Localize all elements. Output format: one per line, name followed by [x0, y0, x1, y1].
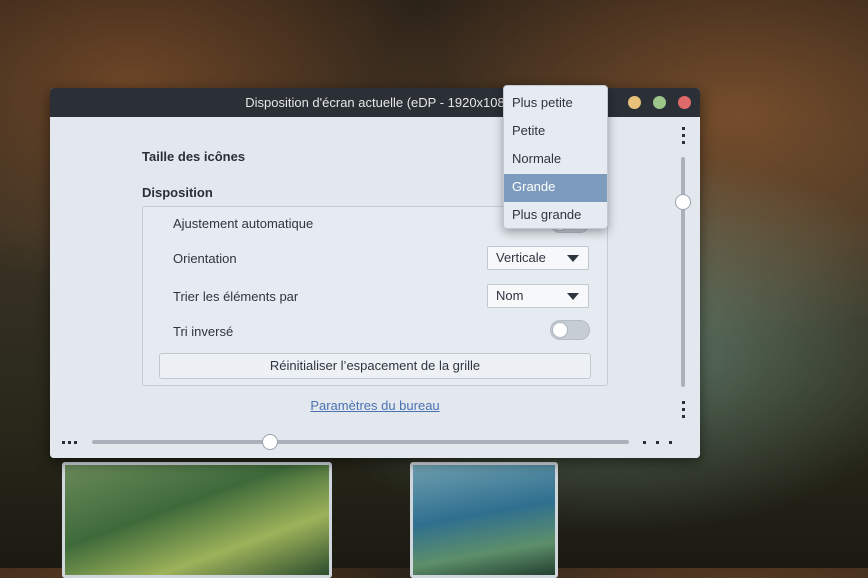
window-title: Disposition d'écran actuelle (eDP - 1920… [245, 95, 505, 110]
vertical-dots-icon [682, 401, 686, 422]
minimize-button[interactable] [628, 96, 641, 109]
vertical-slider-handle[interactable] [675, 194, 691, 210]
orientation-value: Verticale [496, 250, 546, 265]
orientation-dropdown[interactable]: Verticale [487, 246, 589, 270]
toggle-knob [552, 322, 568, 338]
sort-by-dropdown[interactable]: Nom [487, 284, 589, 308]
desktop-settings-link[interactable]: Paramètres du bureau [50, 398, 700, 413]
orientation-label: Orientation [173, 251, 237, 266]
spaced-dots-icon [643, 441, 682, 444]
reset-grid-spacing-button[interactable]: Réinitialiser l’espacement de la grille [159, 353, 591, 379]
menu-item-plus-petite[interactable]: Plus petite [504, 90, 607, 118]
auto-adjust-label: Ajustement automatique [173, 216, 314, 231]
wallpaper-monitor-right [410, 462, 558, 578]
icon-size-dropdown-menu: Plus petite Petite Normale Grande Plus g… [503, 85, 608, 229]
icon-size-label: Taille des icônes [142, 149, 246, 164]
menu-item-normale[interactable]: Normale [504, 146, 607, 174]
close-button[interactable] [678, 96, 691, 109]
wallpaper-monitor-left [62, 462, 332, 578]
layout-label: Disposition [142, 185, 213, 200]
reverse-sort-label: Tri inversé [173, 324, 234, 339]
layout-group: Ajustement automatique Orientation Verti… [142, 206, 608, 386]
maximize-button[interactable] [653, 96, 666, 109]
menu-item-petite[interactable]: Petite [504, 118, 607, 146]
chevron-down-icon [567, 293, 579, 300]
chevron-down-icon [567, 255, 579, 262]
menu-item-plus-grande[interactable]: Plus grande [504, 202, 607, 230]
menu-item-grande[interactable]: Grande [504, 174, 607, 202]
reverse-sort-toggle[interactable] [550, 320, 590, 340]
menu-dots-icon[interactable] [682, 127, 686, 148]
horizontal-slider-track[interactable] [92, 440, 629, 444]
horizontal-dots-icon [62, 441, 80, 444]
horizontal-slider-handle[interactable] [262, 434, 278, 450]
sort-by-value: Nom [496, 288, 524, 303]
vertical-slider-track[interactable] [681, 157, 685, 387]
sort-by-label: Trier les éléments par [173, 289, 299, 304]
